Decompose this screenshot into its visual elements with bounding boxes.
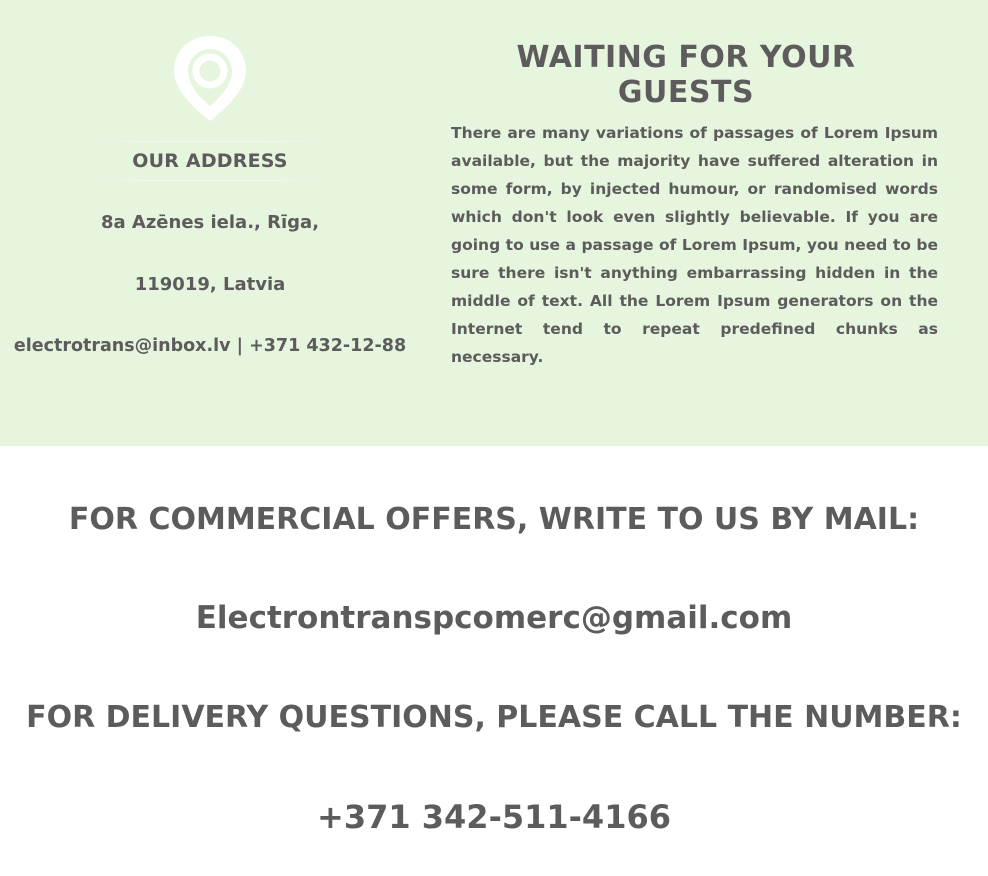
guests-text: There are many variations of passages of… — [451, 124, 938, 366]
commercial-email-link[interactable]: Electrontranspcomerc@gmail.com — [0, 600, 988, 636]
map-pin-icon — [174, 36, 246, 121]
divider-top — [95, 141, 325, 142]
commercial-label: FOR COMMERCIAL OFFERS, WRITE TO US BY MA… — [68, 502, 920, 537]
address-postal: 119019, Latvia — [134, 274, 286, 295]
contact-info-section: OUR ADDRESS 8a Azēnes iela., Rīga, 11901… — [0, 0, 988, 446]
delivery-phone-link[interactable]: +371 342-511-4166 — [0, 798, 988, 836]
guests-heading: WAITING FOR YOUR GUESTS — [516, 40, 856, 110]
divider-bottom — [95, 180, 325, 181]
address-block: OUR ADDRESS 8a Azēnes iela., Rīga, 11901… — [0, 0, 420, 446]
address-contacts[interactable]: electrotrans@inbox.lv | +371 432-12-88 — [0, 336, 420, 356]
address-title: OUR ADDRESS — [132, 150, 288, 172]
delivery-label: FOR DELIVERY QUESTIONS, PLEASE CALL THE … — [26, 700, 962, 735]
address-street: 8a Azēnes iela., Rīga, — [100, 212, 320, 233]
